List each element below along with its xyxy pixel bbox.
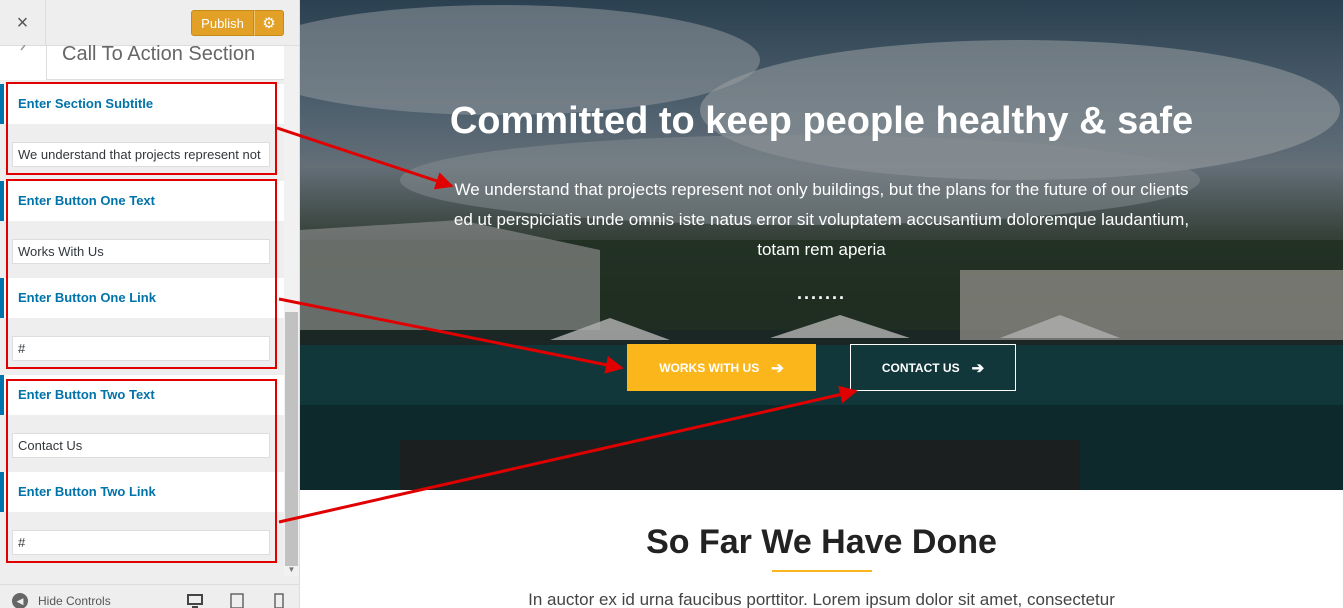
arrow-right-icon: ➔ [971, 359, 985, 377]
hero-divider-dots: ....... [796, 283, 846, 303]
desktop-preview-icon[interactable] [187, 593, 203, 608]
section-heading: So Far We Have Done [646, 523, 997, 561]
customizer-header: × Publish ⚙ [0, 0, 299, 46]
site-preview: Committed to keep people healthy & safe … [300, 0, 1343, 608]
works-with-us-button[interactable]: WORKS WITH US ➔ [627, 344, 816, 391]
hero-title: Committed to keep people healthy & safe [449, 100, 1194, 142]
contact-us-label: CONTACT US [881, 360, 960, 375]
highlight-box-button-one [6, 179, 277, 369]
hide-controls-label: Hide Controls [38, 594, 111, 608]
hero-subtitle: We understand that projects represent no… [453, 180, 1190, 259]
works-with-us-label: WORKS WITH US [659, 360, 760, 375]
arrow-right-icon: ➔ [771, 359, 784, 377]
highlight-box-subtitle [6, 82, 277, 175]
sidebar-scrollbar[interactable]: ▼ [284, 46, 299, 576]
highlight-box-button-two [6, 379, 277, 563]
scrollbar-thumb[interactable] [285, 312, 298, 566]
tablet-preview-icon[interactable] [229, 593, 245, 608]
heading-underline [772, 570, 872, 572]
back-button[interactable] [0, 44, 47, 80]
section-title-bar: Call To Action Section [0, 43, 284, 80]
scroll-down-arrow-icon[interactable]: ▼ [284, 564, 299, 576]
contact-us-button[interactable]: CONTACT US ➔ [850, 344, 1016, 391]
close-button[interactable]: × [0, 0, 46, 46]
back-arrow-icon [20, 44, 26, 51]
publish-settings-button[interactable]: ⚙ [254, 10, 284, 36]
collapse-arrow-icon: ◀ [12, 593, 28, 608]
customizer-sidebar: × Publish ⚙ Call To Action Section Enter… [0, 0, 300, 608]
publish-button[interactable]: Publish [191, 10, 254, 36]
close-icon: × [16, 11, 29, 34]
hero-section: Committed to keep people healthy & safe … [300, 0, 1343, 490]
customizer-footer: ◀ Hide Controls [0, 584, 299, 608]
mobile-preview-icon[interactable] [271, 593, 287, 608]
gear-icon: ⚙ [262, 15, 276, 32]
section-text: In auctor ex id urna faucibus porttitor.… [528, 590, 1115, 608]
section-title: Call To Action Section [62, 43, 256, 65]
hide-controls-button[interactable]: ◀ Hide Controls [12, 593, 111, 608]
